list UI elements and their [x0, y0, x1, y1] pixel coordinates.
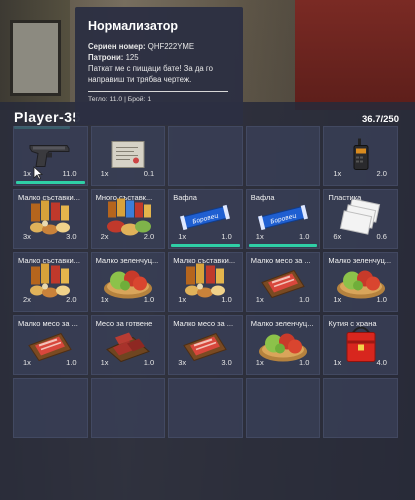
tooltip-ammo-value: 125 [125, 53, 139, 62]
background-window [10, 20, 61, 96]
item-count: 1x [23, 358, 31, 368]
background-wall-right [295, 0, 415, 110]
inventory-slot[interactable]: Малко месо за ... 1x 1.0 [245, 252, 321, 312]
item-count: 3x [178, 358, 187, 368]
inventory-grid: 1x 11.0 1x 0.1 1x 2.0 Малко съставки... 3x 3.0 Мн… [13, 126, 402, 498]
tooltip-separator [88, 91, 228, 92]
item-name: Вафла [250, 193, 275, 203]
item-weight: 1.0 [221, 294, 232, 304]
item-count: 1x [333, 294, 342, 304]
item-name: Вафла [173, 193, 197, 203]
item-count: 6x [333, 231, 342, 241]
tooltip-ammo: Патрони: 125 [88, 52, 230, 63]
inventory-slot[interactable]: Малко зеленчуц... 1x 1.0 [90, 252, 166, 312]
tooltip-description: Паткат ме с пищаци бате! За да го направ… [88, 64, 213, 84]
tooltip-footer: Тегло: 11.0 | Брой: 1 [88, 96, 152, 103]
item-durability-bar [171, 244, 240, 247]
inventory-slot[interactable]: 1x 2.0 [323, 126, 398, 186]
tooltip-title: Нормализатор [88, 19, 179, 33]
item-durability-bar [248, 244, 318, 247]
item-count: 2x [100, 231, 109, 241]
inventory-slot-empty[interactable] [168, 378, 243, 439]
item-count: 1x [100, 294, 109, 304]
inventory-panel: Player-35 36.7/250 1x 11.0 1x 0.1 1x 2.0 Малко… [0, 102, 415, 500]
item-weight: 4.0 [376, 358, 387, 368]
item-count: 1x [100, 168, 109, 178]
item-weight: 0.1 [143, 168, 155, 178]
tooltip-serial-label: Сериен номер: [88, 42, 146, 51]
item-weight: 2.0 [143, 231, 155, 241]
inventory-slot[interactable]: Малко зеленчуц... 1x 1.0 [245, 315, 321, 376]
inventory-slot-empty[interactable] [245, 126, 321, 186]
item-count: 1x [178, 294, 187, 304]
inventory-slot[interactable]: Малко съставки... 1x 1.0 [168, 252, 243, 312]
item-count: 1x [333, 168, 342, 178]
item-count: 3x [23, 231, 31, 241]
item-count: 1x [23, 168, 31, 178]
inventory-slot[interactable]: Месо за готвене 1x 1.0 [90, 315, 166, 376]
inventory-slot[interactable]: Много съставк... 2x 2.0 [90, 189, 166, 249]
item-weight: 1.0 [221, 231, 232, 241]
inventory-slot-empty[interactable] [90, 378, 166, 439]
player-name: Player-35 [14, 109, 81, 125]
item-count: 2x [23, 294, 31, 304]
item-weight: 11.0 [62, 168, 77, 178]
item-weight: 2.0 [66, 294, 77, 304]
item-weight: 1.0 [298, 294, 310, 304]
radio-icon [350, 138, 372, 177]
item-weight: 1.0 [66, 358, 77, 368]
tooltip-ammo-label: Патрони: [88, 53, 124, 62]
item-count: 1x [100, 358, 109, 368]
inventory-slot[interactable]: Малко съставки... 3x 3.0 [13, 189, 88, 249]
inventory-slot-empty[interactable] [245, 378, 321, 439]
item-weight: 3.0 [221, 358, 232, 368]
inventory-slot-empty[interactable] [13, 378, 88, 439]
item-count: 1x [255, 358, 264, 368]
item-weight: 1.0 [376, 294, 387, 304]
inventory-slot[interactable]: Малко месо за ... 1x 1.0 [13, 315, 88, 376]
item-weight: 1.0 [298, 358, 310, 368]
item-count: 1x [333, 358, 342, 368]
item-weight: 1.0 [143, 358, 155, 368]
item-weight: 1.0 [298, 231, 310, 241]
inventory-slot-empty[interactable] [323, 378, 398, 439]
item-count: 1x [255, 231, 264, 241]
tooltip-serial: Сериен номер: QHF222YME [88, 41, 230, 52]
inventory-slot[interactable]: Вафла Боровец 1x 1.0 [168, 189, 243, 249]
inventory-slot[interactable]: Кутия с храна 1x 4.0 [323, 315, 398, 376]
item-count: 1x [178, 231, 187, 241]
item-weight: 0.6 [376, 231, 387, 241]
item-durability-bar [16, 181, 85, 184]
mouse-cursor-icon [33, 166, 43, 180]
food-bag-icon [340, 323, 382, 370]
inventory-slot[interactable]: Вафла Боровец 1x 1.0 [245, 189, 321, 249]
inventory-weight: 36.7/250 [362, 114, 399, 125]
inventory-slot[interactable]: Малко месо за ... 3x 3.0 [168, 315, 243, 376]
inventory-slot[interactable]: Пластика 6x 0.6 [323, 189, 398, 249]
inventory-slot[interactable]: 1x 0.1 [90, 126, 166, 186]
item-weight: 2.0 [376, 168, 387, 178]
inventory-slot[interactable]: Малко зеленчуц... 1x 1.0 [323, 252, 398, 312]
item-tooltip: Нормализатор Сериен номер: QHF222YME Пат… [75, 7, 243, 125]
inventory-slot[interactable]: Малко съставки... 2x 2.0 [13, 252, 88, 312]
item-count: 1x [255, 294, 264, 304]
inventory-slot[interactable]: 1x 11.0 [13, 126, 88, 186]
tooltip-serial-value: QHF222YME [147, 42, 195, 51]
item-weight: 3.0 [66, 231, 77, 241]
item-weight: 1.0 [143, 294, 155, 304]
inventory-slot-empty[interactable] [168, 126, 243, 186]
blueprint-icon [108, 139, 148, 176]
